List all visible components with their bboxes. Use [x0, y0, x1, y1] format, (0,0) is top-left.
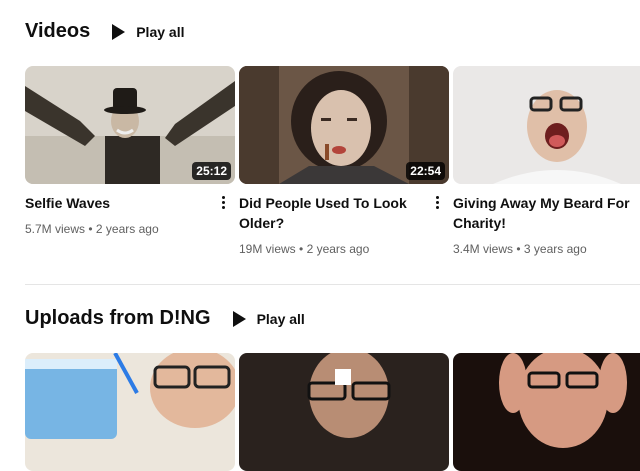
- video-thumbnail[interactable]: [25, 353, 235, 471]
- video-duration: 22:54: [406, 162, 445, 180]
- video-thumbnail[interactable]: 22:54: [239, 66, 449, 184]
- play-all-button[interactable]: Play all: [112, 23, 185, 40]
- play-icon: [112, 23, 126, 40]
- video-age: 2 years ago: [306, 242, 370, 256]
- video-meta: 3.4M views • 3 years ago: [453, 242, 587, 256]
- video-age: 3 years ago: [523, 242, 587, 256]
- videos-shelf-header: Videos Play all: [25, 20, 184, 43]
- shelf-title: Videos: [25, 20, 91, 42]
- shelf-title: Uploads from D!NG: [25, 307, 211, 329]
- video-title[interactable]: Did People Used To Look Older?: [239, 193, 419, 233]
- more-vert-icon[interactable]: [219, 192, 227, 212]
- video-thumbnail[interactable]: 25:12: [25, 66, 235, 184]
- video-age: 2 years ago: [95, 222, 159, 236]
- video-views: 19M views: [239, 242, 296, 256]
- video-meta: 19M views • 2 years ago: [239, 242, 370, 256]
- video-views: 5.7M views: [25, 222, 86, 236]
- more-vert-icon[interactable]: [433, 192, 441, 212]
- video-thumbnail[interactable]: [239, 353, 449, 471]
- video-thumbnail[interactable]: [453, 353, 640, 471]
- play-all-label: Play all: [136, 23, 185, 40]
- play-all-button[interactable]: Play all: [232, 310, 305, 327]
- section-divider: [25, 284, 640, 285]
- uploads-shelf-header: Uploads from D!NG Play all: [25, 307, 305, 330]
- video-meta: 5.7M views • 2 years ago: [25, 222, 159, 236]
- video-title[interactable]: Selfie Waves: [25, 193, 205, 213]
- play-all-label: Play all: [256, 310, 305, 327]
- video-title[interactable]: Giving Away My Beard For Charity!: [453, 193, 633, 233]
- video-duration: 25:12: [192, 162, 231, 180]
- play-icon: [232, 310, 246, 327]
- video-thumbnail[interactable]: 1: [453, 66, 640, 184]
- video-views: 3.4M views: [453, 242, 514, 256]
